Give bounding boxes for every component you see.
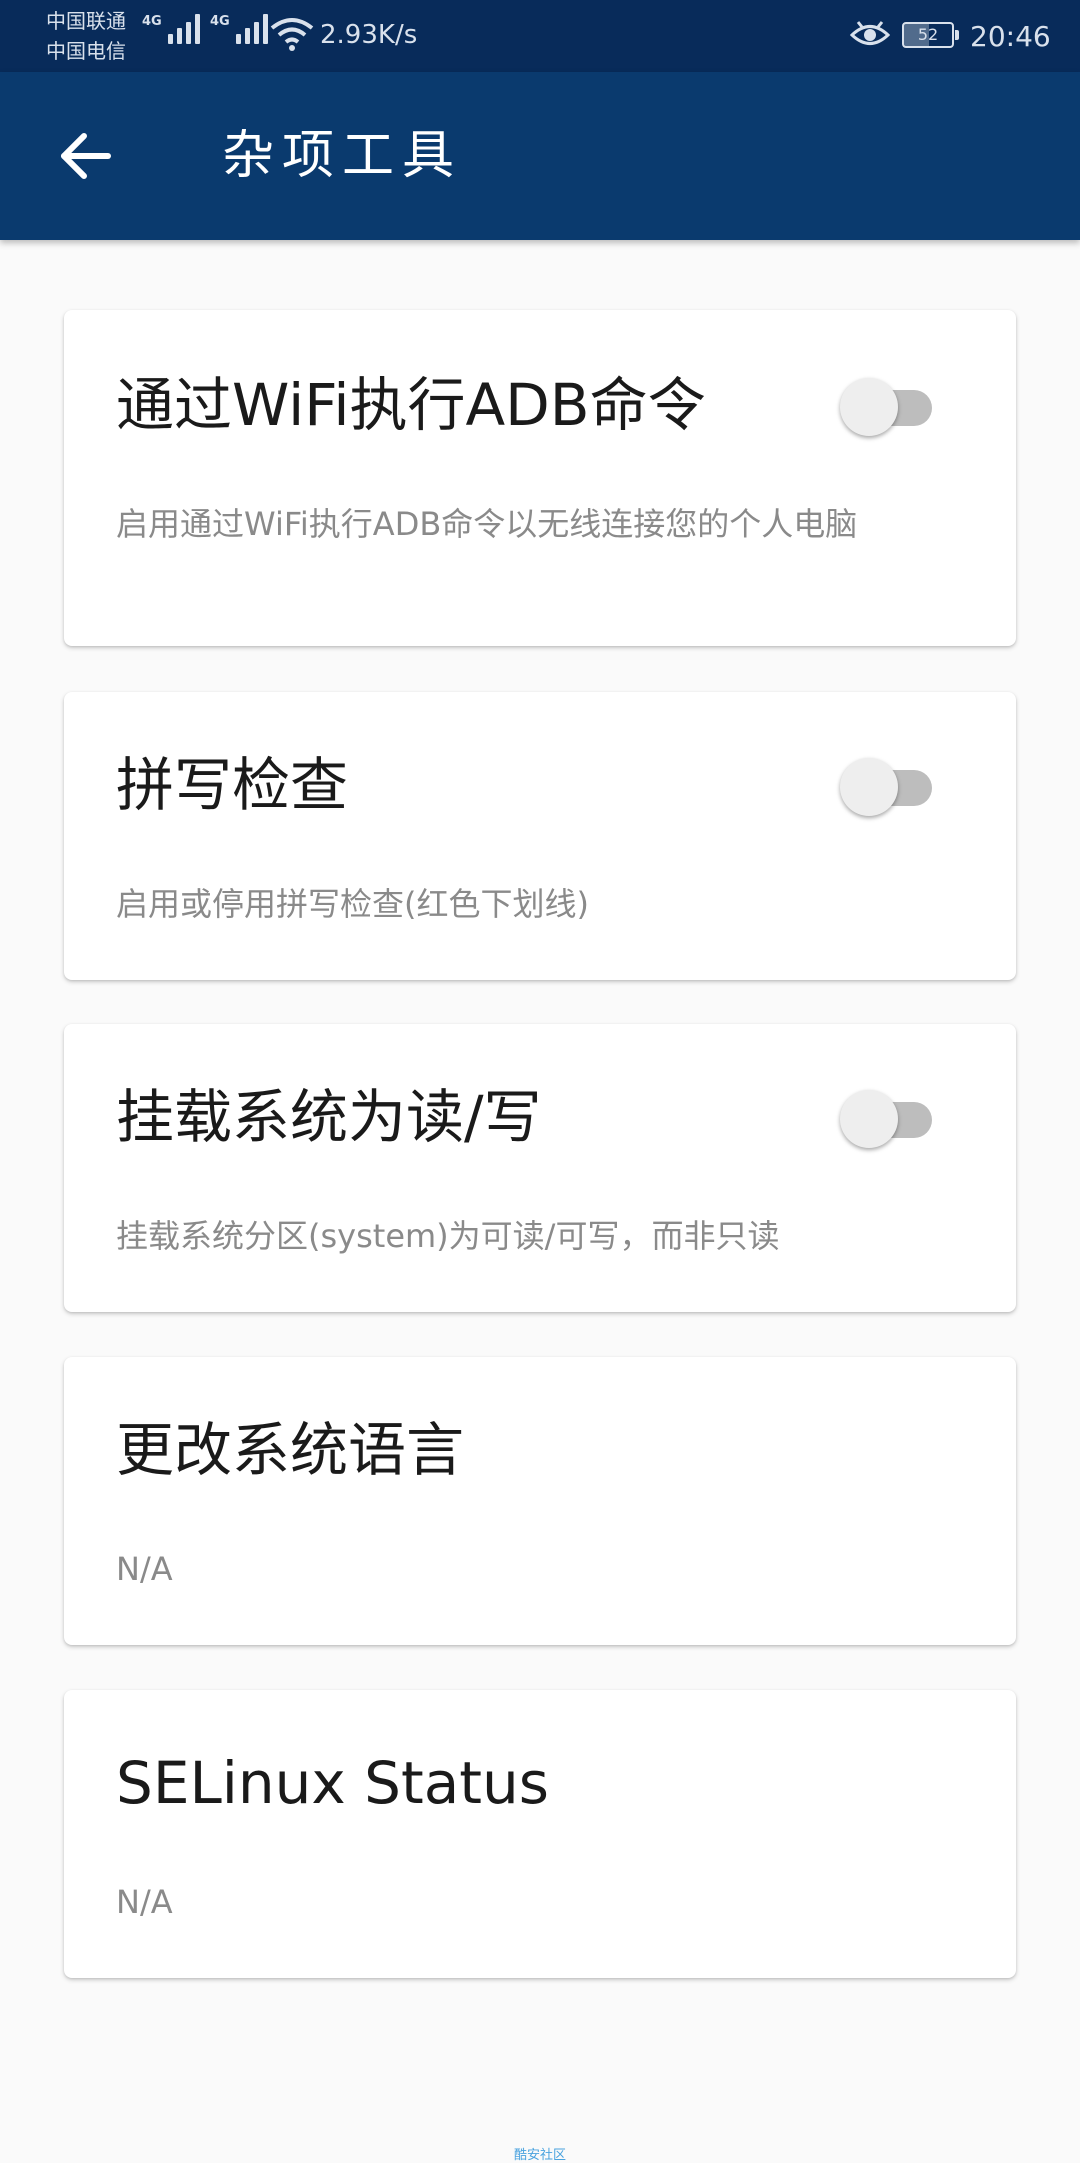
setting-card-mount-system[interactable]: 挂载系统为读/写 挂载系统分区(system)为可读/可写，而非只读: [64, 1024, 1016, 1312]
battery-level: 52: [917, 25, 939, 44]
signal-2-icon: 4G: [210, 14, 268, 44]
setting-card-spell-check[interactable]: 拼写检查 启用或停用拼写检查(红色下划线): [64, 692, 1016, 980]
setting-description: N/A: [116, 1550, 173, 1588]
app-bar: 杂项工具: [0, 72, 1080, 240]
mount-system-toggle[interactable]: [840, 1084, 940, 1148]
setting-description: 挂载系统分区(system)为可读/可写，而非只读: [116, 1217, 780, 1255]
setting-title: 拼写检查: [116, 751, 349, 819]
carrier-names: 中国联通 中国电信: [46, 6, 126, 66]
battery-icon: 52: [902, 22, 959, 48]
setting-title: 更改系统语言: [116, 1416, 465, 1484]
page-title: 杂项工具: [222, 126, 463, 186]
carrier-1-label: 中国联通: [46, 9, 126, 33]
setting-description: 启用通过WiFi执行ADB命令以无线连接您的个人电脑: [116, 505, 858, 543]
setting-description: N/A: [116, 1883, 173, 1921]
eye-comfort-icon: [849, 20, 891, 54]
carrier-2-label: 中国电信: [46, 39, 126, 63]
arrow-back-icon: [61, 133, 111, 179]
setting-description: 启用或停用拼写检查(红色下划线): [116, 885, 589, 923]
setting-title: 通过WiFi执行ADB命令: [116, 371, 706, 439]
setting-card-system-language[interactable]: 更改系统语言 N/A: [64, 1357, 1016, 1645]
setting-title: 挂载系统为读/写: [116, 1083, 542, 1151]
spell-check-toggle[interactable]: [840, 752, 940, 816]
signal-1-icon: 4G: [142, 14, 200, 44]
network-speed: 2.93K/s: [320, 20, 418, 50]
wifi-icon: [270, 16, 314, 56]
setting-card-adb-wifi[interactable]: 通过WiFi执行ADB命令 启用通过WiFi执行ADB命令以无线连接您的个人电脑: [64, 310, 1016, 646]
network-type-2: 4G: [210, 14, 230, 29]
status-bar: 中国联通 中国电信 4G 4G 2.93K/s 52 20:46: [0, 0, 1080, 72]
clock: 20:46: [970, 20, 1051, 53]
network-type-1: 4G: [142, 14, 162, 29]
setting-title: SELinux Status: [116, 1749, 549, 1817]
setting-card-selinux-status[interactable]: SELinux Status N/A: [64, 1690, 1016, 1978]
back-button[interactable]: [54, 124, 118, 188]
adb-wifi-toggle[interactable]: [840, 372, 940, 436]
watermark: 酷安社区: [513, 2148, 566, 2163]
